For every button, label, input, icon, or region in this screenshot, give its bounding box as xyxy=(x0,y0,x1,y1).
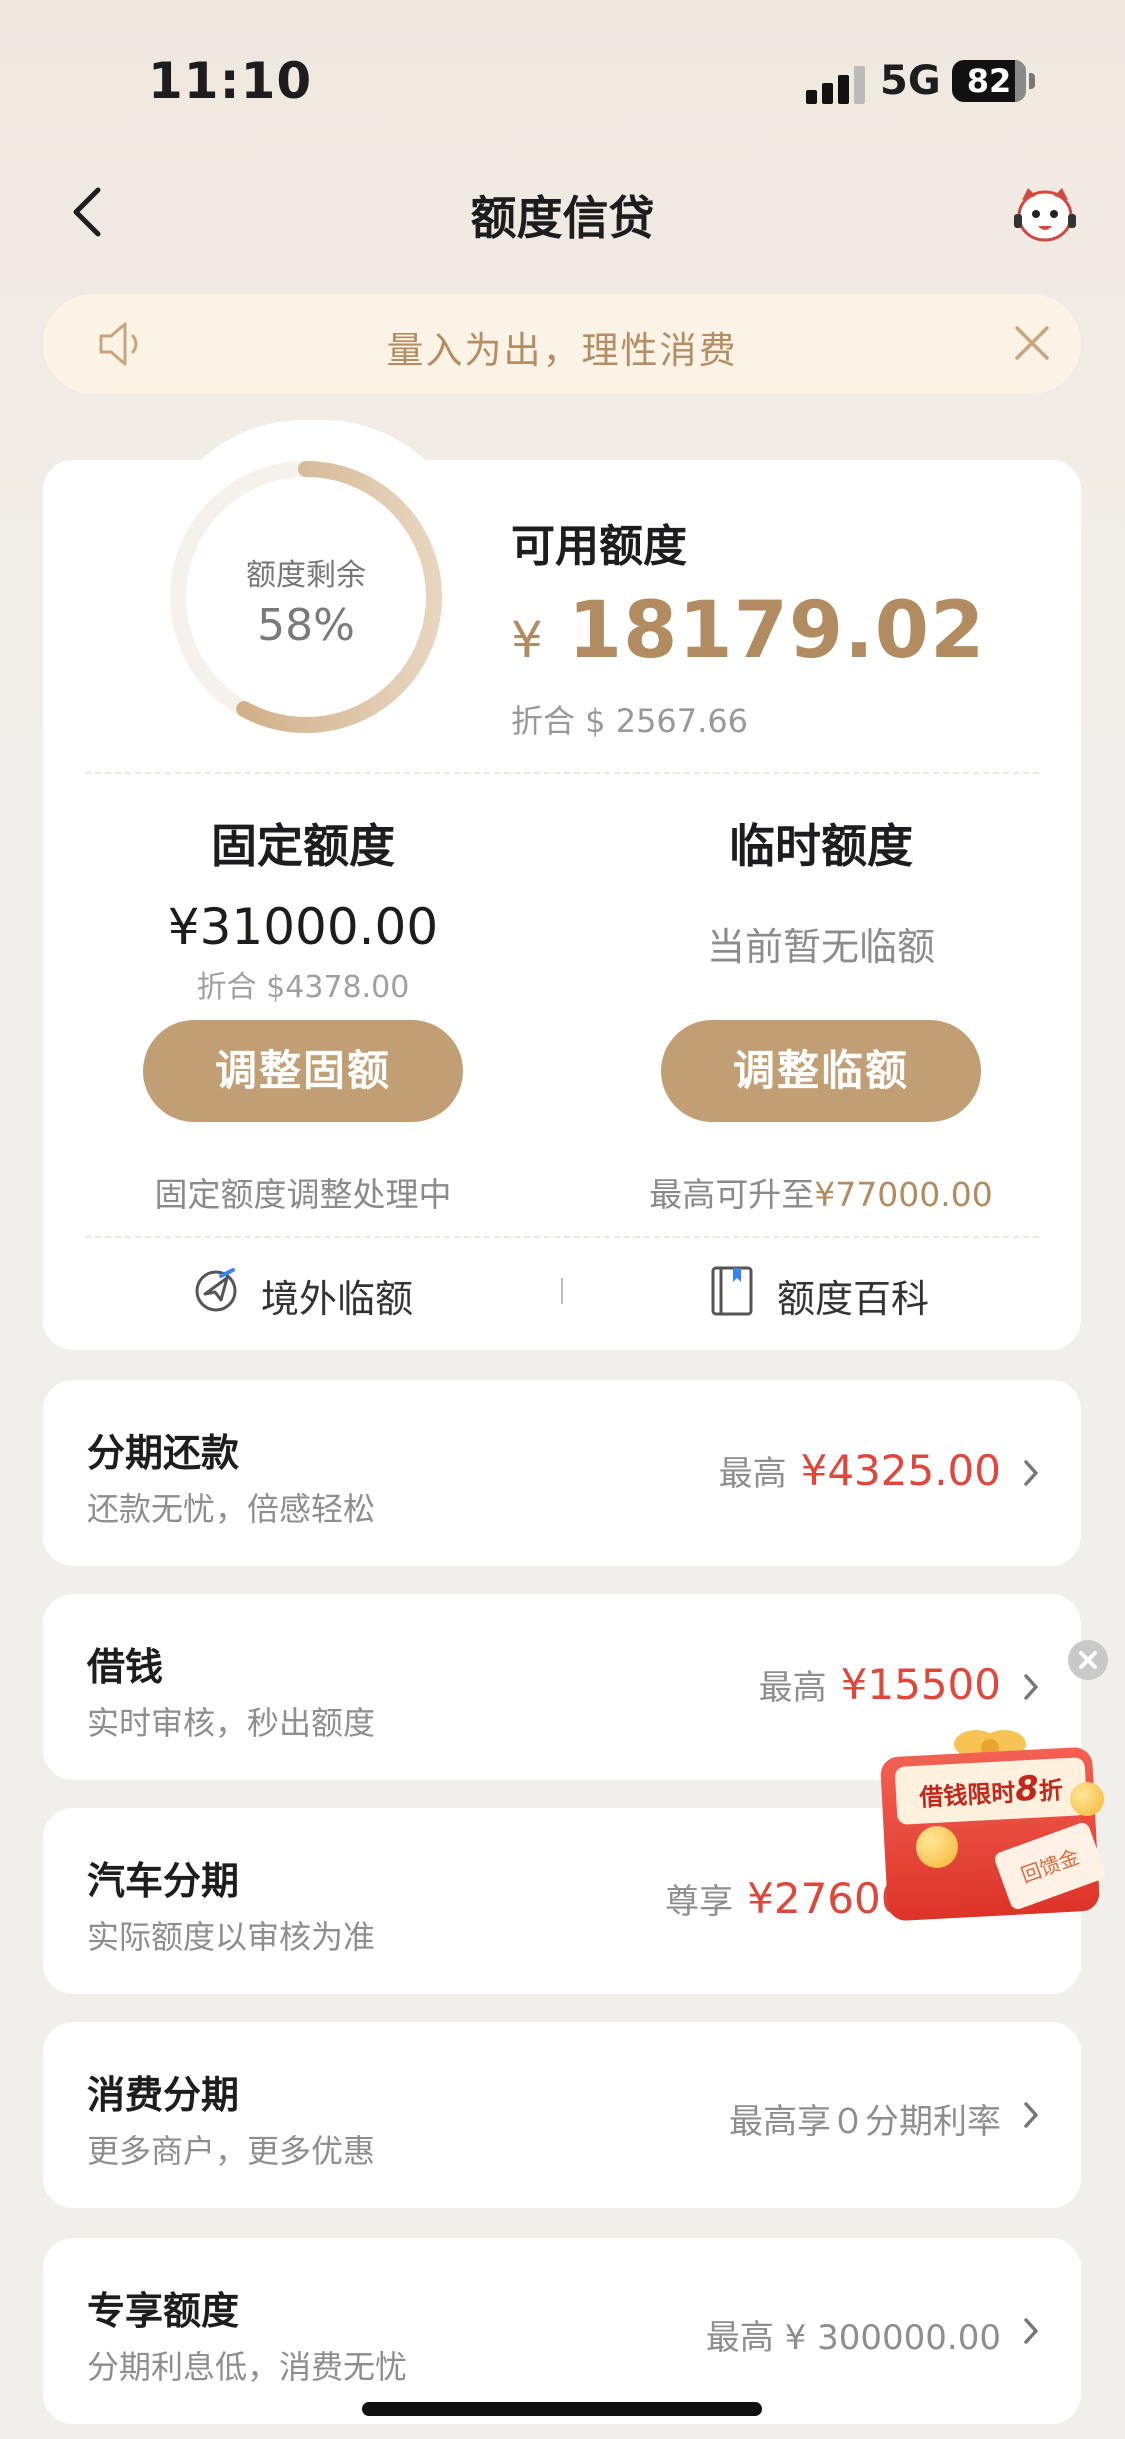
available-usd: 折合 $ 2567.66 xyxy=(511,702,749,740)
mascot-service-icon[interactable] xyxy=(1010,184,1080,244)
promo-text: 借钱限时8折 xyxy=(894,1757,1088,1825)
list-item-subtitle: 实时审核，秒出额度 xyxy=(87,1704,376,1742)
temp-note-amount: ¥77000.00 xyxy=(814,1175,993,1214)
close-icon[interactable] xyxy=(1011,322,1053,364)
overseas-temp-label: 境外临额 xyxy=(261,1277,414,1321)
coin-icon xyxy=(1070,1782,1104,1816)
list-item-installment-repay[interactable]: 分期还款 还款无忧，倍感轻松 最高 ¥4325.00 xyxy=(43,1380,1081,1566)
chevron-right-icon xyxy=(1024,2318,1038,2344)
battery-icon: 82 xyxy=(952,60,1035,102)
list-item-prefix: 最高 xyxy=(718,1454,787,1494)
fixed-note: 固定额度调整处理中 xyxy=(154,1175,452,1214)
promo-text-suffix: 折 xyxy=(1038,1776,1064,1806)
promo-discount: 8 xyxy=(1014,1768,1040,1810)
status-bar: 11:10 5G 82 xyxy=(0,0,1125,160)
list-item-prefix: 最高 xyxy=(758,1668,827,1708)
list-item-subtitle: 分期利息低，消费无忧 xyxy=(87,2348,408,2386)
list-item-prefix: 最高享０分期利率 xyxy=(729,2102,1001,2142)
home-indicator xyxy=(362,2402,762,2416)
list-item-title: 汽车分期 xyxy=(87,1859,240,1903)
list-item-value: 最高 ¥ 300000.00 xyxy=(706,2310,1001,2359)
list-item-title: 消费分期 xyxy=(87,2073,240,2117)
chevron-right-icon xyxy=(1024,1460,1038,1486)
available-label: 可用额度 xyxy=(511,521,687,572)
available-value: 18179.02 xyxy=(567,586,986,676)
list-item-subtitle: 还款无忧，倍感轻松 xyxy=(87,1490,376,1528)
remaining-ring xyxy=(170,461,442,733)
network-type: 5G xyxy=(880,58,941,104)
list-item-title: 专享额度 xyxy=(87,2289,240,2333)
battery-level: 82 xyxy=(966,62,1012,100)
link-separator xyxy=(561,1278,563,1304)
promo-close-icon[interactable] xyxy=(1068,1640,1108,1680)
list-item-title: 分期还款 xyxy=(87,1431,240,1475)
overseas-temp-link[interactable]: 境外临额 xyxy=(191,1268,413,1323)
signal-icon xyxy=(806,66,866,104)
promo-text-prefix: 借钱限时 xyxy=(918,1778,1017,1812)
list-item-subtitle: 更多商户，更多优惠 xyxy=(87,2132,376,2170)
list-item-amount: ¥4325.00 xyxy=(800,1446,1001,1495)
list-item-consumer-installment[interactable]: 消费分期 更多商户，更多优惠 最高享０分期利率 xyxy=(43,2022,1081,2208)
page-title: 额度信贷 xyxy=(470,191,655,245)
available-amount: ¥18179.02 xyxy=(511,586,985,676)
list-item-value: 最高享０分期利率 xyxy=(729,2094,1001,2143)
notice-text: 量入为出，理性消费 xyxy=(386,329,738,372)
nav-bar: 额度信贷 xyxy=(0,160,1125,270)
temp-note-prefix: 最高可升至 xyxy=(649,1175,815,1214)
currency-symbol: ¥ xyxy=(511,611,544,669)
plane-icon xyxy=(195,1268,237,1312)
fixed-credit-usd: 折合 $4378.00 xyxy=(196,970,410,1005)
list-item-subtitle: 实际额度以审核为准 xyxy=(87,1918,376,1956)
temp-credit-column: 临时额度 当前暂无临额 xyxy=(581,810,1061,971)
list-item-prefix: 尊享 xyxy=(665,1882,734,1922)
credit-encyclopedia-link[interactable]: 额度百科 xyxy=(707,1266,930,1323)
adjust-temp-button[interactable]: 调整临额 xyxy=(661,1020,981,1122)
list-item-value: 最高 ¥4325.00 xyxy=(719,1446,1001,1495)
ring-percent: 58% xyxy=(257,600,355,651)
coin-icon xyxy=(916,1826,958,1868)
book-icon xyxy=(711,1266,753,1316)
divider xyxy=(85,772,1039,774)
temp-credit-title: 临时额度 xyxy=(729,819,913,873)
list-item-title: 借钱 xyxy=(87,1645,164,1689)
credit-card: 额度剩余 58% 可用额度 ¥18179.02 折合 $ 2567.66 固定额… xyxy=(43,420,1081,1350)
divider xyxy=(85,1236,1039,1238)
chevron-right-icon xyxy=(1024,2102,1038,2128)
temp-credit-status: 当前暂无临额 xyxy=(706,925,935,969)
list-item-exclusive-credit[interactable]: 专享额度 分期利息低，消费无忧 最高 ¥ 300000.00 xyxy=(43,2238,1081,2424)
fixed-credit-column: 固定额度 ¥31000.00 折合 $4378.00 xyxy=(63,810,543,1006)
notice-banner: 量入为出，理性消费 xyxy=(43,294,1081,394)
fixed-credit-title: 固定额度 xyxy=(211,819,395,873)
temp-note: 最高可升至¥77000.00 xyxy=(581,1168,1061,1216)
credit-encyclopedia-label: 额度百科 xyxy=(777,1277,930,1321)
ring-label: 额度剩余 xyxy=(246,558,366,593)
list-item-prefix: 最高 ¥ 300000.00 xyxy=(705,2318,1001,2358)
adjust-fixed-button[interactable]: 调整固额 xyxy=(143,1020,463,1122)
fixed-credit-amount: ¥31000.00 xyxy=(167,898,439,956)
status-time: 11:10 xyxy=(148,52,313,110)
